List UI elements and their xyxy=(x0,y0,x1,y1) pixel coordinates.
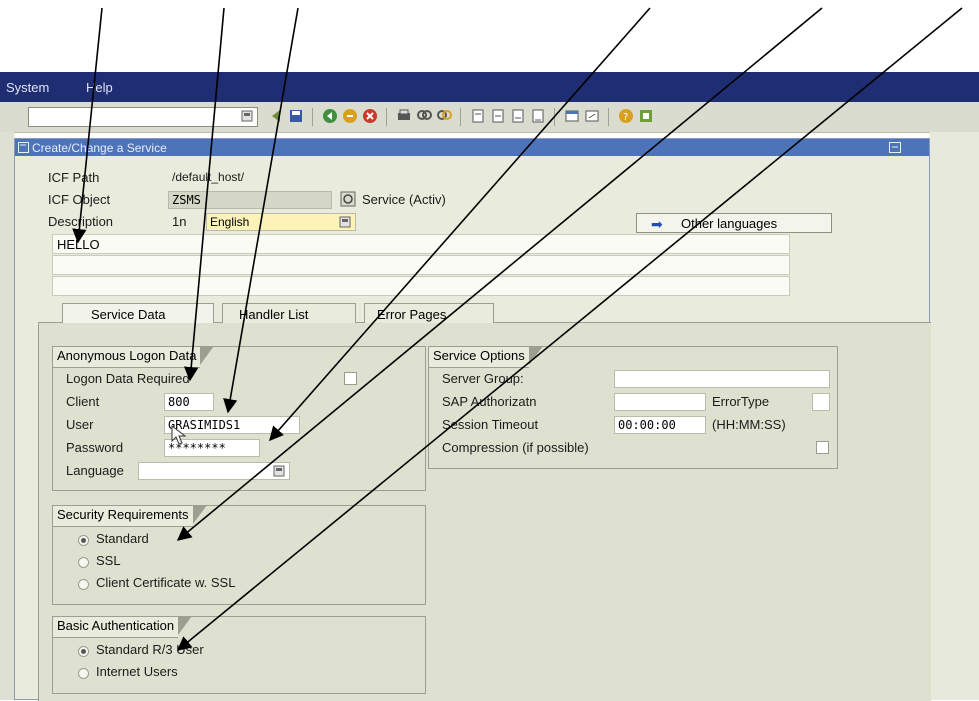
mouse-cursor-icon xyxy=(171,424,187,445)
logon-required-checkbox[interactable] xyxy=(344,372,357,385)
previous-page-icon[interactable] xyxy=(490,108,506,124)
error-type-field[interactable] xyxy=(812,393,830,411)
arrow-right-icon: ➡ xyxy=(651,216,663,232)
service-status-text: Service (Activ) xyxy=(362,192,446,207)
basic-auth-standard-radio[interactable] xyxy=(78,646,89,657)
background-window-right xyxy=(930,132,979,700)
language-code: 1n xyxy=(172,214,187,229)
find-icon[interactable] xyxy=(416,108,432,124)
logon-required-label: Logon Data Required xyxy=(66,371,190,386)
first-page-icon[interactable] xyxy=(470,108,486,124)
language-label: Language xyxy=(66,463,124,478)
password-label: Password xyxy=(66,440,124,455)
back-icon[interactable] xyxy=(322,108,338,124)
sap-authorization-field[interactable] xyxy=(614,393,706,411)
security-requirements-title: Security Requirements xyxy=(52,505,206,527)
session-timeout-unit: (HH:MM:SS) xyxy=(712,417,786,432)
dialog-title: Create/Change a Service xyxy=(32,141,167,155)
description-line[interactable] xyxy=(52,255,790,275)
basic-authentication-title: Basic Authentication xyxy=(52,616,193,638)
tab-service-data[interactable]: Service Data xyxy=(62,303,214,323)
compression-label: Compression (if possible) xyxy=(442,440,589,455)
user-label: User xyxy=(66,417,94,432)
session-timeout-field[interactable]: 00:00:00 xyxy=(614,416,706,434)
save-icon[interactable] xyxy=(288,108,304,124)
dialog-icon xyxy=(18,142,29,153)
enter-icon[interactable] xyxy=(268,108,284,124)
basic-auth-internet-label: Internet Users xyxy=(96,664,178,679)
basic-auth-standard-label: Standard R/3 User xyxy=(96,642,204,657)
help-icon[interactable]: ? xyxy=(618,108,634,124)
tab-error-pages[interactable]: Error Pages xyxy=(364,303,494,323)
service-options-title: Service Options xyxy=(428,346,543,368)
next-page-icon[interactable] xyxy=(510,108,526,124)
customize-icon[interactable] xyxy=(638,108,654,124)
other-languages-label: Other languages xyxy=(681,216,778,231)
description-label: Description xyxy=(48,214,114,229)
command-field[interactable] xyxy=(28,107,258,127)
exit-icon[interactable] xyxy=(342,108,358,124)
icf-path-value: /default_host/ xyxy=(172,170,245,184)
client-field[interactable]: 800 xyxy=(164,393,214,411)
description-line[interactable] xyxy=(52,276,790,296)
language-field[interactable] xyxy=(138,462,290,480)
dialog-menu-icon[interactable] xyxy=(889,142,901,153)
sap-authorization-label: SAP Authorizatn xyxy=(442,394,537,409)
other-languages-button[interactable]: ➡ Other languages xyxy=(636,213,832,233)
svg-text:?: ? xyxy=(623,112,628,123)
security-ssl-radio[interactable] xyxy=(78,557,89,568)
icf-path-label: ICF Path xyxy=(48,170,100,185)
background-window xyxy=(0,132,14,700)
session-timeout-label: Session Timeout xyxy=(442,417,539,432)
menu-help[interactable]: Help xyxy=(86,80,113,95)
tab-handler-list[interactable]: Handler List xyxy=(222,303,356,323)
last-page-icon[interactable] xyxy=(530,108,546,124)
basic-auth-internet-radio[interactable] xyxy=(78,668,89,679)
shortcut-icon[interactable] xyxy=(584,108,600,124)
compression-checkbox[interactable] xyxy=(816,441,829,454)
command-history-icon[interactable] xyxy=(241,110,253,122)
menu-bar: System Help xyxy=(0,72,979,102)
language-dropdown-icon[interactable] xyxy=(273,465,285,477)
security-standard-label: Standard xyxy=(96,531,149,546)
dialog-title-bar: Create/Change a Service xyxy=(15,139,929,156)
client-label: Client xyxy=(66,394,100,409)
security-client-cert-radio[interactable] xyxy=(78,579,89,590)
menu-system[interactable]: System xyxy=(6,80,49,95)
description-language-value: English xyxy=(210,215,250,229)
anonymous-logon-title: Anonymous Logon Data xyxy=(52,346,216,368)
new-session-icon[interactable] xyxy=(564,108,580,124)
service-status-icon xyxy=(340,191,356,207)
dropdown-icon[interactable] xyxy=(339,216,351,228)
security-client-cert-label: Client Certificate w. SSL xyxy=(96,575,236,590)
print-icon[interactable] xyxy=(396,108,412,124)
description-text-area[interactable]: HELLO xyxy=(52,234,790,298)
icf-object-label: ICF Object xyxy=(48,192,111,207)
cancel-icon[interactable] xyxy=(362,108,378,124)
error-type-label: ErrorType xyxy=(712,394,770,409)
server-group-label: Server Group: xyxy=(442,371,524,386)
description-line[interactable]: HELLO xyxy=(52,234,790,254)
security-ssl-label: SSL xyxy=(96,553,121,568)
security-standard-radio[interactable] xyxy=(78,535,89,546)
description-language-dropdown[interactable]: English xyxy=(206,213,356,231)
server-group-field[interactable] xyxy=(614,370,830,388)
standard-toolbar: ? xyxy=(0,102,979,133)
icf-object-field: ZSMS xyxy=(168,191,332,209)
find-next-icon[interactable] xyxy=(436,108,452,124)
